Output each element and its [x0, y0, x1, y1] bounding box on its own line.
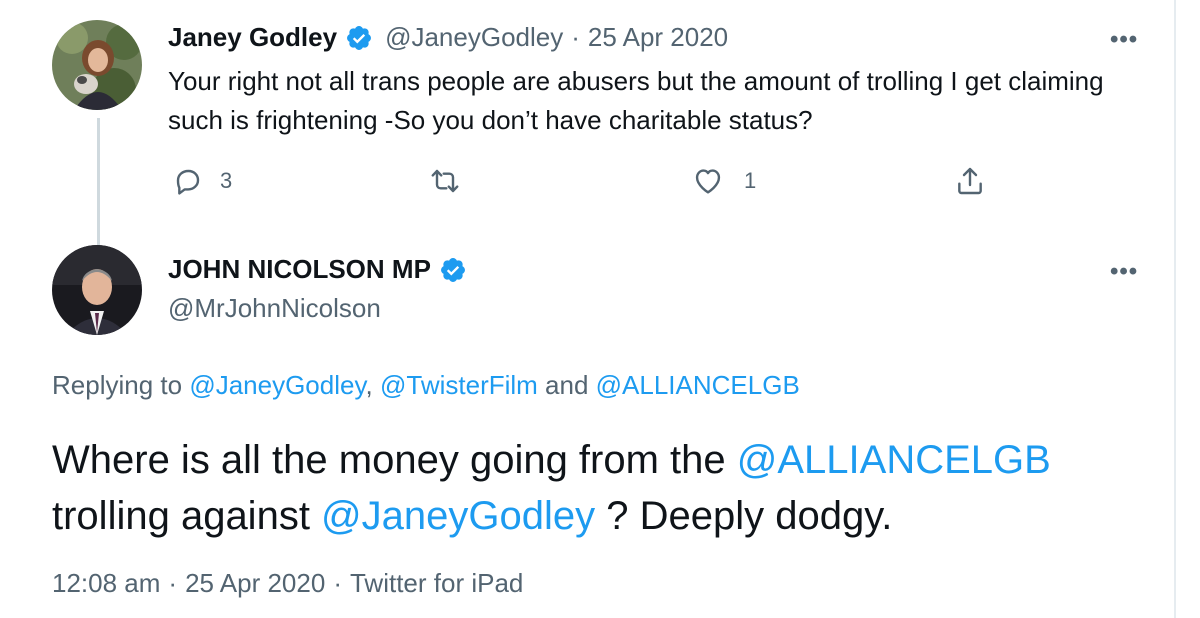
replying-separator: and [537, 370, 596, 400]
share-button[interactable] [954, 164, 986, 198]
separator: · [168, 568, 178, 598]
thread-connector-line [97, 118, 100, 246]
reply-count: 3 [220, 168, 233, 193]
column-divider [1174, 0, 1176, 618]
reply-tweet-header: Janey Godley @JaneyGodley · 25 Apr 2020 [168, 22, 728, 53]
verified-badge-icon [347, 25, 372, 50]
tweet-source[interactable]: Twitter for iPad [350, 568, 523, 598]
like-count: 1 [744, 168, 757, 193]
like-button[interactable]: 1 [692, 165, 756, 197]
mention-link[interactable]: @ALLIANCELGB [737, 438, 1051, 482]
tweet-text-segment: Where is all the money going from the [52, 438, 737, 482]
more-horizontal-icon[interactable]: ••• [1110, 258, 1138, 286]
avatar-john-nicolson[interactable] [52, 245, 142, 335]
retweet-button[interactable] [428, 165, 462, 197]
avatar-image [52, 20, 142, 110]
tweet-time[interactable]: 12:08 am [52, 568, 160, 598]
mention-link[interactable]: @ALLIANCELGB [596, 370, 800, 400]
avatar-janey-godley[interactable] [52, 20, 142, 110]
replying-to-line: Replying to @JaneyGodley, @TwisterFilm a… [52, 370, 800, 401]
separator: · [571, 22, 580, 52]
display-name[interactable]: Janey Godley [168, 22, 337, 53]
mention-link[interactable]: @JaneyGodley [189, 370, 365, 400]
more-horizontal-icon[interactable]: ••• [1110, 26, 1138, 54]
tweet-text-segment: ? Deeply dodgy. [595, 494, 893, 538]
replying-separator: , [365, 370, 380, 400]
reply-button[interactable]: 3 [172, 165, 232, 197]
timestamp-link[interactable]: 25 Apr 2020 [588, 22, 728, 53]
replying-prefix: Replying to [52, 370, 190, 400]
verified-badge-icon [440, 257, 465, 282]
tweet-metadata: 12:08 am · 25 Apr 2020 · Twitter for iPad [52, 568, 523, 599]
avatar-image [52, 245, 142, 335]
reply-icon [176, 169, 200, 195]
main-tweet-text: Where is all the money going from the @A… [52, 432, 1162, 544]
share-icon [958, 167, 982, 195]
mention-link[interactable]: @TwisterFilm [380, 370, 538, 400]
heart-icon [695, 169, 721, 194]
tweet-date[interactable]: 25 Apr 2020 [185, 568, 325, 598]
retweet-icon [431, 169, 459, 193]
reply-tweet-text: Your right not all trans people are abus… [168, 66, 1104, 135]
tweet-thread-page: Janey Godley @JaneyGodley · 25 Apr 2020 … [0, 0, 1200, 618]
separator: · [333, 568, 342, 598]
tweet-text-segment: trolling against [52, 494, 322, 538]
handle[interactable]: @MrJohnNicolson [168, 293, 381, 324]
main-tweet-header: JOHN NICOLSON MP [168, 254, 467, 285]
display-name[interactable]: JOHN NICOLSON MP [168, 254, 431, 285]
mention-link[interactable]: @JaneyGodley [321, 494, 595, 538]
handle[interactable]: @JaneyGodley [385, 22, 563, 53]
